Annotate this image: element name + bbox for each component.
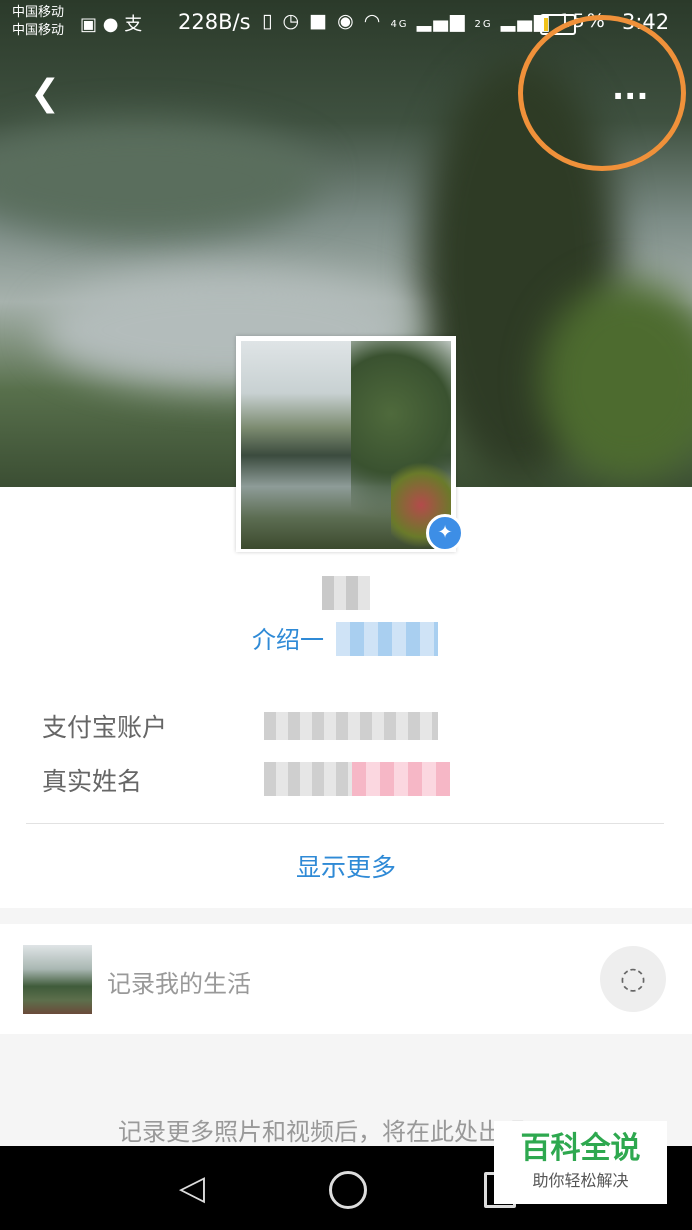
watermark-title: 百科全说 [520,1131,641,1166]
watermark-subtitle: 助你轻松解决 [532,1171,629,1190]
wifi-icon: ◠ [363,10,383,32]
post-composer-bar[interactable] [0,924,692,1034]
triangle-back-icon[interactable]: ◁ [170,1163,214,1213]
vibrate-icon: ▯ [262,10,275,32]
signal-2g-label: 2G [474,19,493,30]
back-button[interactable]: ❮ [30,72,70,116]
avatar-image [241,341,451,549]
empty-feed-message: 记录更多照片和视频后，将在此处出现 [118,1118,526,1146]
carrier-info: 中国移动 中国移动 [12,4,64,40]
carrier-1: 中国移动 [12,5,65,20]
profile-name-redacted [322,576,370,610]
watermark-logo: 百科全说 助你轻松解决 [494,1121,667,1204]
camera-button[interactable]: ◌ [600,946,666,1012]
real-name-value-redacted [264,762,352,796]
real-name-value-redacted-pink [352,762,450,796]
alipay-account-label: 支付宝账户 [42,713,168,742]
show-more-button[interactable]: 显示更多 [0,848,692,884]
intro-link-redacted [336,622,438,656]
alipay-icon: 支 [124,14,143,35]
divider [26,823,664,824]
notification-icons: ▣ ● 支 [80,10,142,36]
verified-star-icon: ✦ [426,514,464,552]
message-icon: ● [102,14,119,35]
network-speed: 228B/s [178,10,251,34]
post-placeholder-text[interactable]: 记录我的生活 [107,964,251,999]
user-thumbnail [23,945,92,1014]
eye-icon: ◉ [337,10,356,32]
app-notification-icon: ▣ [80,14,98,35]
alipay-account-value-redacted [264,712,438,740]
carrier-2: 中国移动 [12,23,65,38]
highlight-circle-annotation [518,15,686,171]
chevron-left-icon: ❮ [30,73,61,114]
hd-icon: ■ [309,10,330,32]
alarm-icon: ◷ [282,10,302,32]
real-name-label: 真实姓名 [42,767,143,796]
cover-bank-shape [0,120,320,240]
intro-link[interactable]: 介绍一 [252,622,324,658]
signal-icon: ▂▄▆ [416,10,467,32]
circle-home-icon[interactable] [329,1171,367,1209]
avatar[interactable] [236,336,456,552]
battery-fill [544,18,548,31]
signal-4g-label: 4G [390,19,409,30]
camera-icon: ◌ [619,961,647,996]
